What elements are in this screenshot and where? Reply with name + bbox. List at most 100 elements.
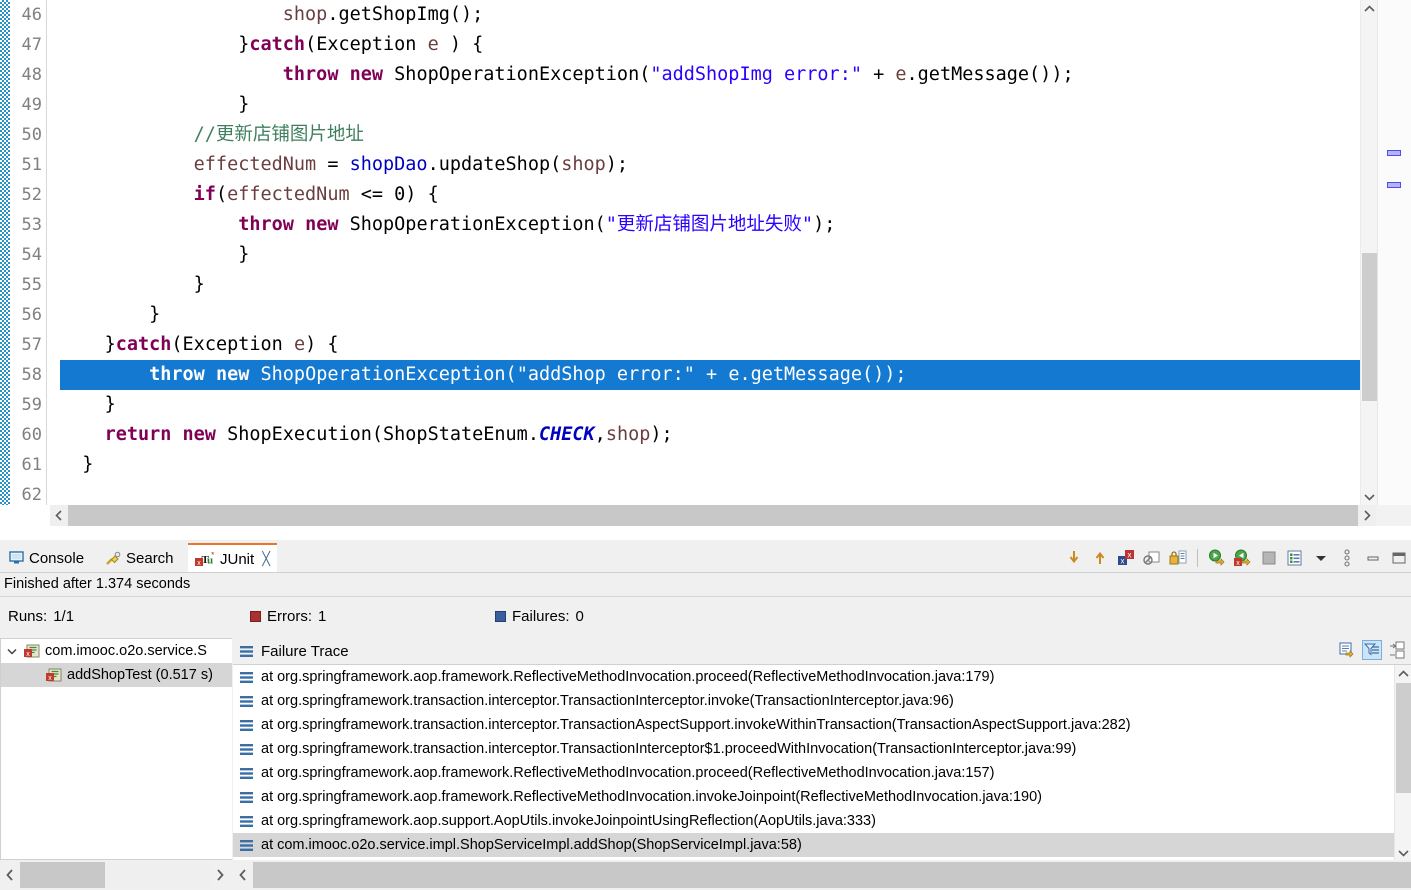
- trace-scroll-thumb[interactable]: [1396, 683, 1411, 793]
- compare-result-icon[interactable]: [1387, 640, 1407, 660]
- code-token: //更新店铺图片地址: [193, 124, 364, 145]
- editor-horizontal-scrollbar-area[interactable]: [0, 505, 1411, 526]
- code-line[interactable]: [60, 480, 1377, 505]
- code-line[interactable]: //更新店铺图片地址: [60, 120, 1377, 150]
- junit-icon: x Tu *: [195, 552, 215, 567]
- stop-icon[interactable]: [1259, 548, 1279, 568]
- rerun-failed-icon[interactable]: x: [1233, 548, 1253, 568]
- overview-marker[interactable]: [1387, 182, 1401, 188]
- tree-scroll-right-icon[interactable]: [210, 862, 230, 888]
- previous-failure-icon[interactable]: [1090, 548, 1110, 568]
- code-line[interactable]: throw new ShopOperationException("addSho…: [60, 60, 1377, 90]
- tree-item[interactable]: x com.imooc.o2o.service.S: [1, 639, 232, 663]
- code-line-selected[interactable]: throw new ShopOperationException("addSho…: [60, 360, 1375, 390]
- maximize-icon[interactable]: [1389, 548, 1409, 568]
- code-line[interactable]: }: [60, 300, 1377, 330]
- tab-junit[interactable]: x Tu * JUnit ╳: [188, 543, 278, 573]
- tree-scroll-left-icon[interactable]: [0, 862, 20, 888]
- stack-trace-row[interactable]: at org.springframework.aop.framework.Ref…: [233, 761, 1411, 785]
- trace-hscroll-thumb[interactable]: [253, 862, 1411, 888]
- scroll-down-arrow-icon[interactable]: [1361, 488, 1378, 505]
- show-ignored-icon[interactable]: [1142, 548, 1162, 568]
- stack-trace-row[interactable]: at org.springframework.aop.support.AopUt…: [233, 809, 1411, 833]
- failure-trace-list[interactable]: at org.springframework.aop.framework.Ref…: [233, 664, 1411, 860]
- editor-horizontal-scroll-thumb[interactable]: [50, 505, 1360, 526]
- editor-scroll-thumb[interactable]: [1362, 253, 1377, 401]
- stack-trace-row[interactable]: at org.springframework.aop.framework.Ref…: [233, 785, 1411, 809]
- trace-scroll-left-icon[interactable]: [233, 862, 253, 888]
- stack-trace-row[interactable]: at com.imooc.o2o.service.impl.ShopServic…: [233, 833, 1411, 857]
- overview-marker[interactable]: [1387, 150, 1401, 156]
- code-line[interactable]: }catch(Exception e) {: [60, 330, 1377, 360]
- code-line[interactable]: }catch(Exception e ) {: [60, 30, 1377, 60]
- code-token: e: [427, 34, 439, 55]
- code-token: new: [349, 64, 384, 85]
- svg-text:x: x: [48, 675, 52, 682]
- scroll-right-arrow-icon[interactable]: [1358, 505, 1376, 526]
- java-source-editor[interactable]: 46 47 48 49 50 51 52 53 54 55 56 57 58 59 60 61 62 shop.…: [0, 0, 1411, 540]
- code-token: shop: [561, 154, 606, 175]
- line-number: 54: [21, 245, 42, 265]
- errors-value: 1: [318, 608, 327, 625]
- junit-test-tree[interactable]: x com.imooc.o2o.service.S x addShopTest (0.…: [0, 638, 232, 860]
- tree-item[interactable]: x addShopTest (0.517 s): [1, 663, 232, 687]
- test-class-error-icon: x: [24, 644, 40, 659]
- scroll-lock-icon[interactable]: [1168, 548, 1188, 568]
- code-token: ShopExecution(ShopStateEnum.: [215, 424, 539, 445]
- minimize-icon[interactable]: [1363, 548, 1383, 568]
- stack-trace-row[interactable]: at org.springframework.transaction.inter…: [233, 737, 1411, 761]
- tab-close-icon[interactable]: ╳: [262, 551, 270, 567]
- tree-hscroll-thumb[interactable]: [20, 862, 105, 888]
- rerun-test-icon[interactable]: [1207, 548, 1227, 568]
- editor-overview-ruler[interactable]: [1377, 0, 1411, 505]
- folding-ruler[interactable]: [47, 0, 60, 505]
- trace-scroll-down-icon[interactable]: [1395, 844, 1411, 860]
- trace-vertical-scrollbar[interactable]: [1394, 665, 1411, 860]
- code-token: new: [182, 424, 216, 445]
- tree-item-label: com.imooc.o2o.service.S: [45, 643, 207, 659]
- view-menu-dots-icon[interactable]: [1337, 548, 1357, 568]
- scroll-up-arrow-icon[interactable]: [1361, 0, 1378, 17]
- code-token: <= 0) {: [349, 184, 439, 205]
- next-failure-icon[interactable]: [1064, 548, 1084, 568]
- code-token: );: [813, 214, 836, 235]
- change-bar-ruler: [0, 0, 10, 505]
- show-failures-only-icon[interactable]: x x: [1116, 548, 1136, 568]
- tab-console[interactable]: Console: [2, 543, 91, 573]
- trace-scroll-up-icon[interactable]: [1395, 665, 1411, 682]
- code-line[interactable]: if(effectedNum <= 0) {: [60, 180, 1377, 210]
- code-token: CHECK: [538, 424, 595, 445]
- test-method-error-icon: x: [46, 668, 62, 683]
- scroll-left-arrow-icon[interactable]: [50, 505, 68, 526]
- line-number: 57: [21, 335, 42, 355]
- stack-trace-row[interactable]: com.imooc.o2o.exceptions.ShopOperationEx…: [233, 857, 1411, 860]
- code-line[interactable]: }: [60, 240, 1377, 270]
- view-menu-chevron-icon[interactable]: [1311, 548, 1331, 568]
- tab-search[interactable]: Search: [98, 543, 181, 573]
- stack-trace-row[interactable]: at org.springframework.transaction.inter…: [233, 689, 1411, 713]
- chevron-down-icon[interactable]: [7, 648, 19, 655]
- code-text-area[interactable]: shop.getShopImg(); }catch(Exception e ) …: [60, 0, 1377, 505]
- code-line[interactable]: return new ShopExecution(ShopStateEnum.C…: [60, 420, 1377, 450]
- editor-vertical-scrollbar[interactable]: [1360, 0, 1377, 505]
- line-number: 53: [21, 215, 42, 235]
- junit-toolbar: x x x: [1064, 545, 1409, 571]
- stack-trace-text: at org.springframework.transaction.inter…: [261, 717, 1131, 733]
- copy-trace-icon[interactable]: [1337, 640, 1357, 660]
- stack-trace-row[interactable]: at org.springframework.aop.framework.Ref…: [233, 665, 1411, 689]
- filter-stack-trace-icon[interactable]: [1362, 640, 1382, 660]
- code-line[interactable]: }: [60, 270, 1377, 300]
- test-run-history-icon[interactable]: [1285, 548, 1305, 568]
- code-token: }: [149, 304, 161, 325]
- stack-trace-row[interactable]: at org.springframework.transaction.inter…: [233, 713, 1411, 737]
- code-line[interactable]: effectedNum = shopDao.updateShop(shop);: [60, 150, 1377, 180]
- code-line[interactable]: shop.getShopImg();: [60, 0, 1377, 30]
- code-line[interactable]: }: [60, 90, 1377, 120]
- code-line[interactable]: }: [60, 450, 1377, 480]
- code-line[interactable]: throw new ShopOperationException("更新店铺图片…: [60, 210, 1377, 240]
- code-line[interactable]: }: [60, 390, 1377, 420]
